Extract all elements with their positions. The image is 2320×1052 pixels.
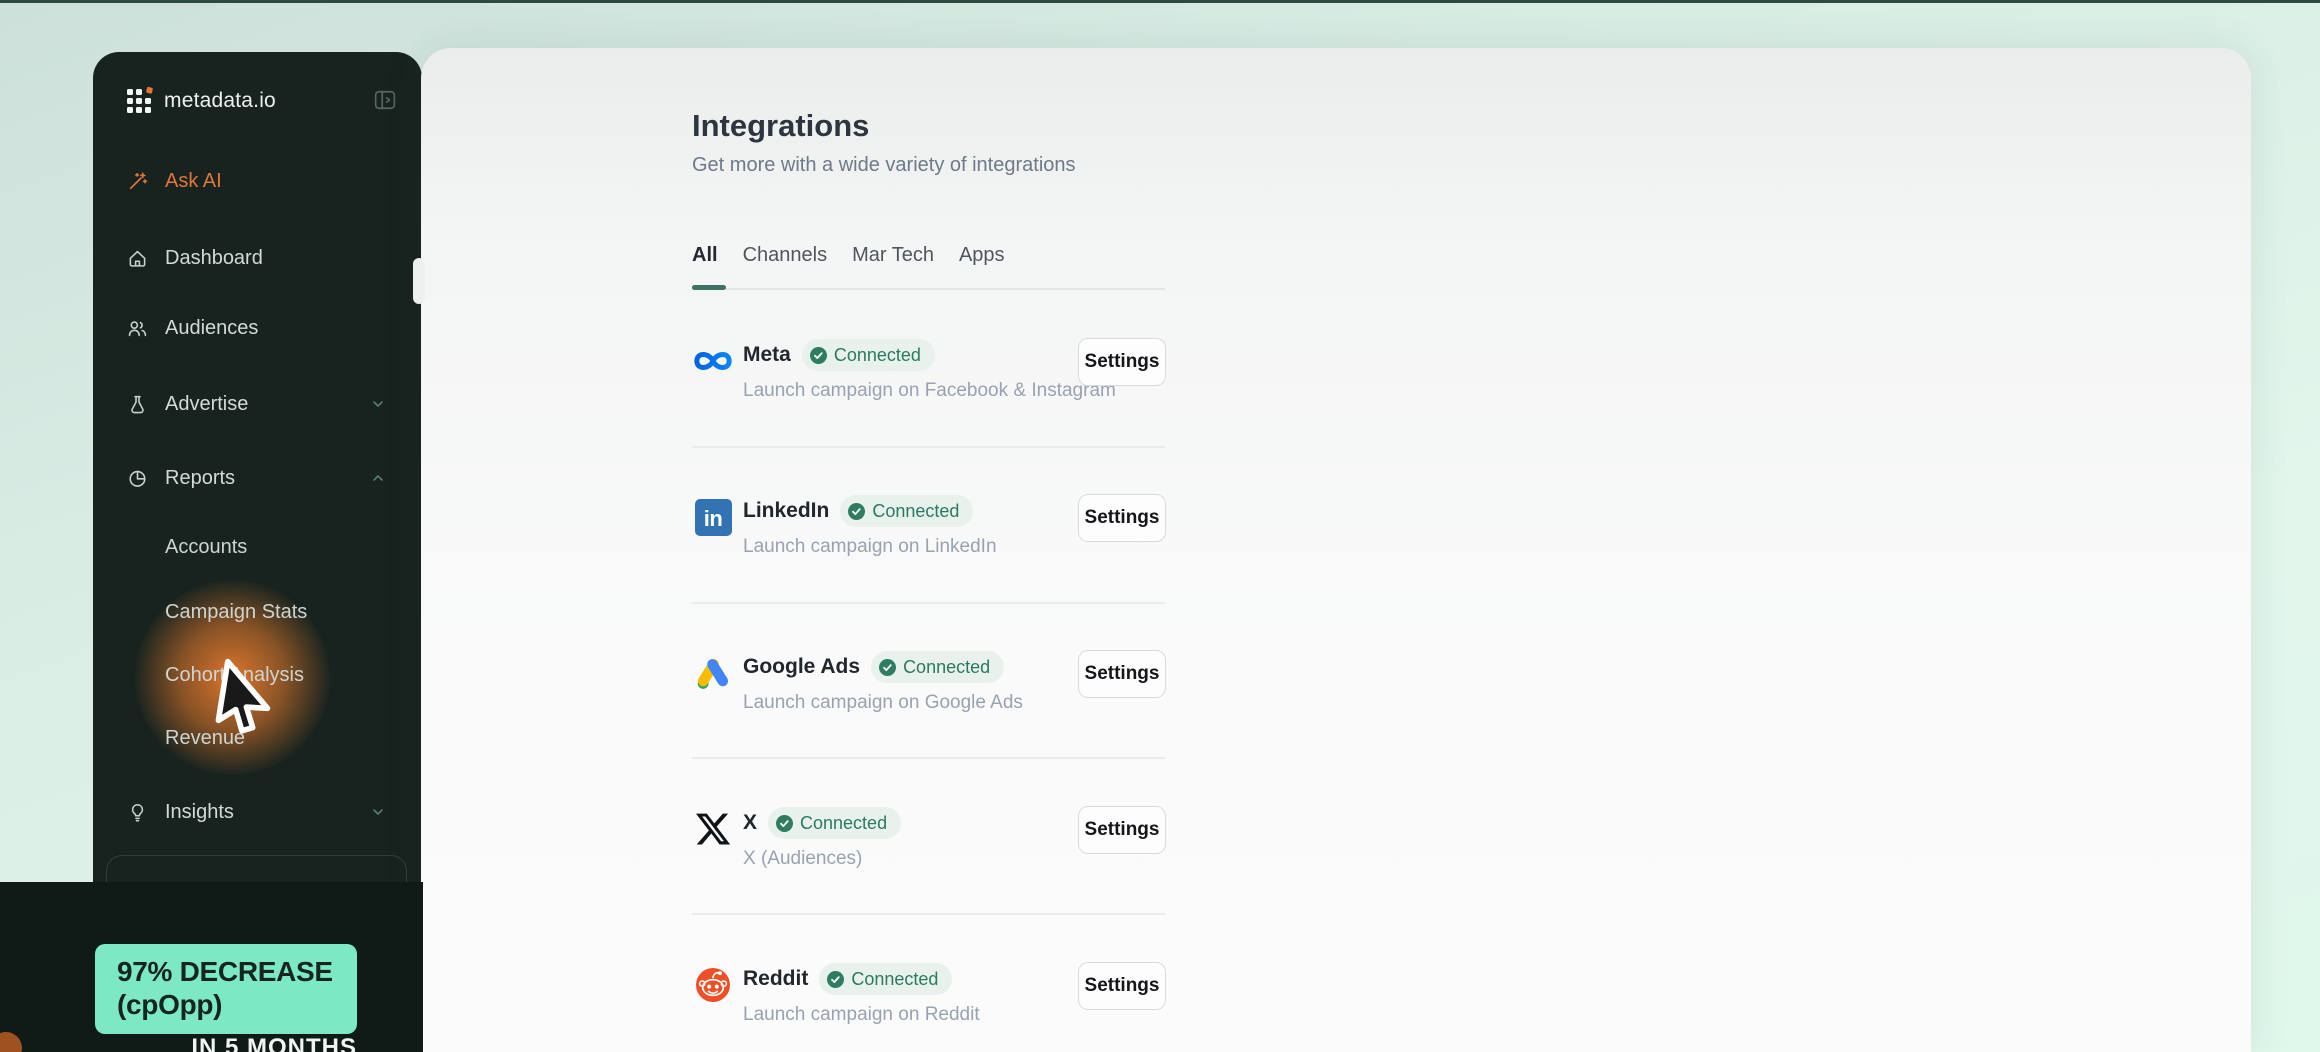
tab-all[interactable]: All (692, 244, 718, 267)
integration-row-x: X Connected X (Audiences) Settings (692, 806, 1166, 902)
row-divider (692, 757, 1165, 759)
status-badge: Connected (819, 963, 952, 995)
sidebar-item-insights[interactable]: Insights (93, 790, 422, 834)
panel-handle[interactable] (413, 258, 425, 304)
check-circle-icon (827, 971, 844, 988)
sidebar-item-audiences[interactable]: Audiences (93, 306, 422, 350)
integration-name: Google Ads (743, 655, 860, 679)
integration-name: X (743, 811, 757, 835)
sidebar-item-label: Ask AI (165, 170, 222, 193)
tab-channels[interactable]: Channels (743, 244, 828, 267)
tab-apps[interactable]: Apps (959, 244, 1005, 267)
promo-stat-line2: (cpOpp) (117, 988, 347, 1021)
integration-row-google-ads: Google Ads Connected Launch campaign on … (692, 650, 1166, 746)
sidebar-item-label: Reports (165, 467, 235, 490)
flask-icon (127, 394, 148, 415)
page-title: Integrations (692, 108, 869, 144)
integration-description: Launch campaign on LinkedIn (743, 536, 997, 558)
sidebar-item-ask-ai[interactable]: Ask AI (93, 159, 422, 203)
status-badge: Connected (802, 339, 935, 371)
check-circle-icon (848, 503, 865, 520)
row-divider (692, 446, 1165, 448)
grid-logo-icon (127, 89, 151, 113)
home-icon (127, 248, 148, 269)
sidebar-item-label: Accounts (165, 536, 247, 559)
status-badge: Connected (840, 495, 973, 527)
integration-row-reddit: Reddit Connected Launch campaign on Redd… (692, 962, 1166, 1052)
users-icon (127, 318, 148, 339)
wand-icon (127, 171, 148, 192)
integration-name-row: Google Ads Connected (743, 650, 1004, 684)
app-root: metadata.io Ask AI Dashboard (0, 0, 2320, 1052)
panel-collapse-icon[interactable] (374, 89, 396, 111)
check-circle-icon (776, 815, 793, 832)
sidebar-item-label: Dashboard (165, 247, 263, 270)
pie-chart-icon (127, 468, 148, 489)
integration-name-row: Meta Connected (743, 338, 935, 372)
integration-row-meta: Meta Connected Launch campaign on Facebo… (692, 338, 1166, 434)
chevron-up-icon (370, 470, 386, 486)
sidebar-item-advertise[interactable]: Advertise (93, 382, 422, 426)
sidebar-item-campaign-stats[interactable]: Campaign Stats (93, 590, 422, 634)
integration-description: Launch campaign on Facebook & Instagram (743, 380, 1116, 402)
status-label: Connected (903, 657, 990, 678)
promo-stat-line1: 97% DECREASE (117, 955, 347, 988)
check-circle-icon (879, 659, 896, 676)
integration-description: Launch campaign on Reddit (743, 1004, 980, 1026)
integration-name-row: LinkedIn Connected (743, 494, 973, 528)
reddit-logo (692, 964, 734, 1006)
settings-button[interactable]: Settings (1078, 650, 1166, 698)
tab-mar-tech[interactable]: Mar Tech (852, 244, 934, 267)
promo-logo-fragment (0, 1032, 22, 1052)
settings-button[interactable]: Settings (1078, 338, 1166, 386)
row-divider (692, 602, 1165, 604)
x-logo (692, 808, 734, 850)
integration-description: Launch campaign on Google Ads (743, 692, 1023, 714)
settings-button[interactable]: Settings (1078, 962, 1166, 1010)
row-divider (692, 913, 1165, 915)
cursor-pointer (203, 656, 287, 740)
promo-overlay: 97% DECREASE (cpOpp) IN 5 MONTHS (0, 882, 423, 1052)
sidebar-item-label: Campaign Stats (165, 601, 307, 624)
integration-name: Reddit (743, 967, 808, 991)
integration-name: LinkedIn (743, 499, 829, 523)
tab-active-indicator (692, 285, 726, 290)
integration-row-linkedin: in LinkedIn Connected Launch campaign on… (692, 494, 1166, 590)
promo-stat-badge: 97% DECREASE (cpOpp) (95, 944, 357, 1034)
status-badge: Connected (871, 651, 1004, 683)
settings-button[interactable]: Settings (1078, 806, 1166, 854)
lightbulb-icon (127, 802, 148, 823)
check-circle-icon (810, 347, 827, 364)
chevron-down-icon (370, 396, 386, 412)
google-ads-logo (692, 652, 734, 694)
integration-name-row: X Connected (743, 806, 901, 840)
chevron-down-icon (370, 804, 386, 820)
status-label: Connected (851, 969, 938, 990)
meta-logo (692, 340, 734, 382)
status-badge: Connected (768, 807, 901, 839)
integration-description: X (Audiences) (743, 848, 862, 870)
status-label: Connected (800, 813, 887, 834)
sidebar-item-label: Advertise (165, 393, 248, 416)
tab-underline-track (692, 288, 1165, 290)
logo-row: metadata.io (127, 86, 396, 116)
promo-caption: IN 5 MONTHS (95, 1034, 357, 1052)
sidebar-item-accounts[interactable]: Accounts (93, 525, 422, 569)
status-label: Connected (872, 501, 959, 522)
settings-button[interactable]: Settings (1078, 494, 1166, 542)
sidebar-item-reports[interactable]: Reports (93, 456, 422, 500)
status-label: Connected (834, 345, 921, 366)
integration-name-row: Reddit Connected (743, 962, 952, 996)
tab-bar: All Channels Mar Tech Apps (692, 244, 1005, 267)
app-logo-text: metadata.io (164, 89, 276, 113)
integration-name: Meta (743, 343, 791, 367)
linkedin-logo: in (692, 496, 734, 538)
sidebar-item-label: Insights (165, 801, 234, 824)
page-subtitle: Get more with a wide variety of integrat… (692, 154, 1076, 177)
top-edge-line (0, 0, 2320, 3)
sidebar-item-label: Audiences (165, 317, 258, 340)
sidebar-item-dashboard[interactable]: Dashboard (93, 236, 422, 280)
